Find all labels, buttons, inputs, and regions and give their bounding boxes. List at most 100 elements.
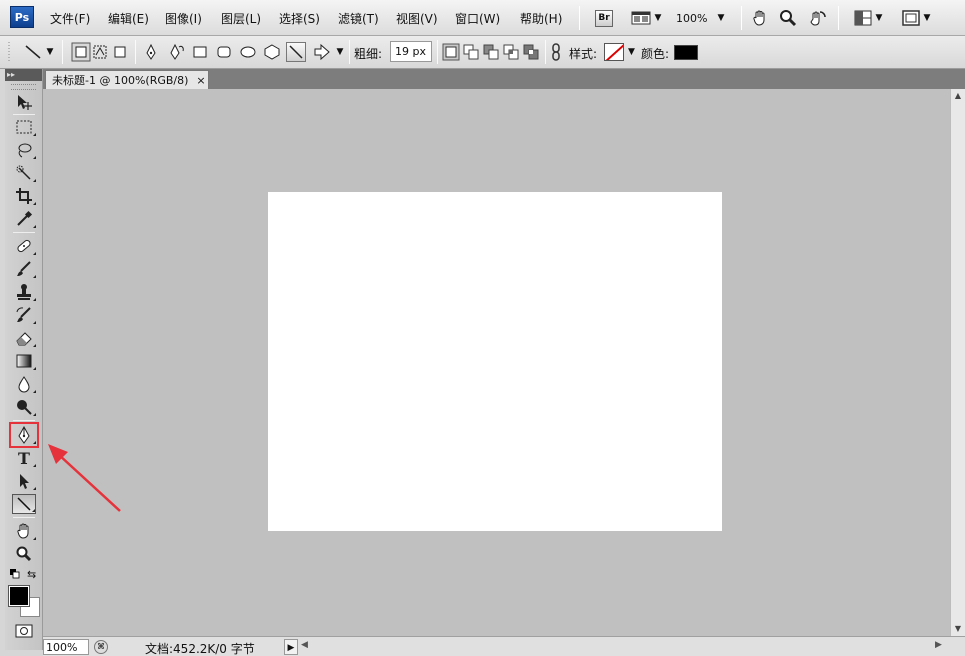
menu-select[interactable]: 选择(S) [279,10,320,27]
chevron-down-icon[interactable]: ▼ [628,47,635,57]
status-zoom-field[interactable]: 100% [43,639,89,655]
scroll-down-icon[interactable]: ▼ [951,622,965,636]
link-style-button[interactable] [549,41,563,63]
pen-tool[interactable] [9,422,39,448]
flyout-indicator [33,225,36,228]
history-brush-icon [16,307,31,322]
quick-selection-tool[interactable] [12,163,36,183]
shape-color-swatch[interactable] [674,45,698,60]
chain-link-icon [552,43,560,61]
hand-tool[interactable] [12,521,36,541]
paths-mode-button[interactable] [90,41,110,63]
tool-preset-picker[interactable]: ▼ [18,41,58,63]
menu-separator [838,6,839,30]
eyedropper-tool[interactable] [12,209,36,229]
lasso-icon [18,143,32,158]
add-shape-area-icon [463,44,479,60]
document-size-info: 文档:452.2K/0 字节 [145,642,255,656]
type-tool[interactable]: T [12,448,36,468]
default-colors-icon[interactable] [10,569,20,582]
rotate-hand-icon [810,11,826,26]
quick-mask-button[interactable] [12,621,36,641]
menu-help[interactable]: 帮助(H) [520,10,562,27]
move-tool[interactable] [12,92,36,112]
document-canvas[interactable] [268,192,722,531]
zoom-level-dropdown[interactable]: 100% ▼ [676,7,736,29]
freeform-pen-option-button[interactable] [166,41,186,63]
scroll-right-icon[interactable]: ▶ [935,640,942,650]
create-new-shape-layer-button[interactable] [441,41,461,63]
blur-tool[interactable] [12,374,36,394]
menu-file[interactable]: 文件(F) [50,10,90,27]
rounded-rectangle-option-button[interactable] [214,41,234,63]
line-tool[interactable] [12,494,36,514]
flyout-indicator [33,275,36,278]
subtract-from-shape-area-button[interactable] [481,41,501,63]
menu-filter[interactable]: 滤镜(T) [338,10,379,27]
screen-mode-button[interactable]: ▼ [898,7,934,29]
bridge-button[interactable]: Br [593,7,615,29]
status-info-icon[interactable]: ⌘ [94,640,108,654]
menu-edit[interactable]: 编辑(E) [108,10,149,27]
healing-brush-tool[interactable] [12,236,36,256]
line-icon [289,45,303,59]
history-brush-tool[interactable] [12,305,36,325]
zoom-tool[interactable] [12,544,36,564]
chevron-down-icon: ▼ [336,47,344,57]
swap-colors-icon[interactable]: ⇆ [27,568,36,581]
style-picker-swatch[interactable] [604,43,624,61]
gradient-tool[interactable] [12,351,36,371]
lasso-tool[interactable] [12,140,36,160]
status-menu-arrow-icon[interactable]: ▶ [284,639,298,655]
flyout-indicator [33,441,36,444]
canvas-workspace[interactable] [43,89,950,636]
flyout-indicator [33,537,36,540]
zoom-tool-button[interactable] [778,7,798,29]
document-tab[interactable]: 未标题-1 @ 100%(RGB/8) × [45,70,209,89]
toolbox: ▸▸ T ⇆ [5,69,43,650]
line-tool-icon [25,45,41,59]
path-selection-tool[interactable] [12,471,36,491]
arrange-documents-button[interactable]: ▼ [850,7,886,29]
shape-layers-mode-button[interactable] [70,41,92,63]
toolbox-collapse-icon[interactable]: ▸▸ [5,69,42,81]
custom-shape-option-button[interactable]: ▼ [310,41,346,63]
screen-layout-button[interactable]: ▼ [628,7,664,29]
flyout-indicator [33,413,36,416]
weight-input[interactable]: 19 px [390,41,432,62]
flyout-indicator [33,321,36,324]
foreground-color-swatch[interactable] [8,585,30,607]
exclude-overlapping-shape-areas-button[interactable] [521,41,541,63]
brush-tool[interactable] [12,259,36,279]
ellipse-option-button[interactable] [238,41,258,63]
vertical-scrollbar[interactable]: ▲ ▼ [950,89,965,636]
line-tool-icon [17,497,31,511]
menu-layer[interactable]: 图层(L) [221,10,261,27]
scroll-left-icon[interactable]: ◀ [301,640,308,650]
hand-tool-button[interactable] [750,7,770,29]
clone-stamp-tool[interactable] [12,282,36,302]
intersect-shape-areas-button[interactable] [501,41,521,63]
polygon-option-button[interactable] [262,41,282,63]
line-option-button[interactable] [284,41,308,63]
pen-option-button[interactable] [141,41,161,63]
add-to-shape-area-button[interactable] [461,41,481,63]
exclude-shape-area-icon [523,44,539,60]
rectangle-option-button[interactable] [190,41,210,63]
menu-image[interactable]: 图像(I) [165,10,202,27]
type-tool-icon: T [18,448,30,468]
dodge-tool[interactable] [12,397,36,417]
menu-window[interactable]: 窗口(W) [455,10,500,27]
shape-layers-icon [71,42,91,62]
menu-view[interactable]: 视图(V) [396,10,438,27]
scroll-up-icon[interactable]: ▲ [951,89,965,103]
eraser-tool[interactable] [12,328,36,348]
fill-pixels-icon [114,46,126,58]
fill-pixels-mode-button[interactable] [110,41,130,63]
menu-separator [741,6,742,30]
marquee-tool[interactable] [12,117,36,137]
rotate-view-button[interactable] [806,7,828,29]
close-icon[interactable]: × [196,74,205,87]
toolbox-grip[interactable] [11,84,36,90]
crop-tool[interactable] [12,186,36,206]
